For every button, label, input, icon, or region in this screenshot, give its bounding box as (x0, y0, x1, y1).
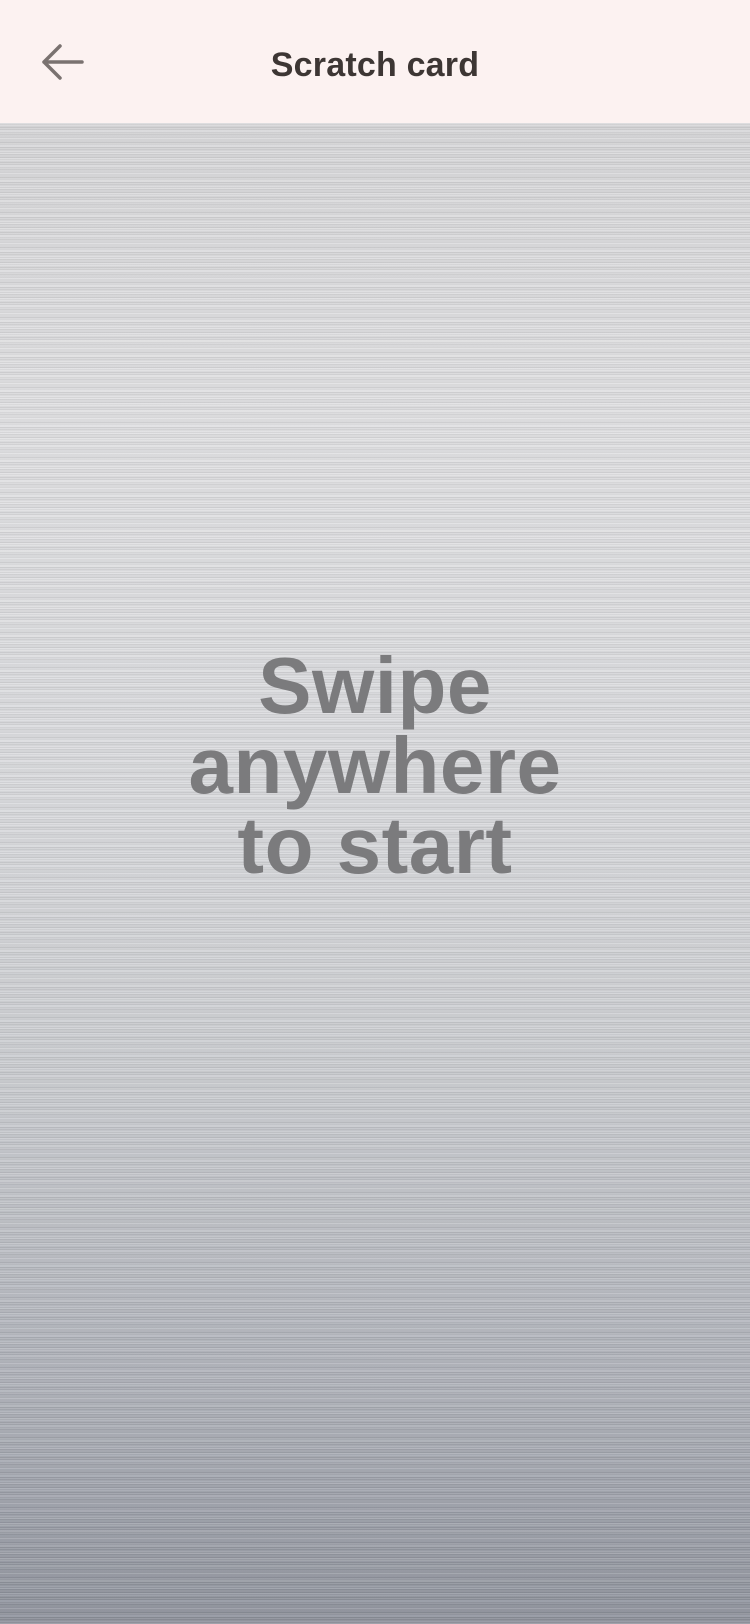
prompt-line: to start (237, 801, 513, 890)
page-title: Scratch card (270, 46, 480, 84)
swipe-prompt: Swipe anywhere to start (0, 646, 750, 886)
scratch-card-screen: Scratch card Swipe anywhere to start (0, 0, 750, 1624)
app-header: Scratch card (0, 0, 750, 123)
prompt-line: anywhere (188, 721, 562, 810)
scratch-surface[interactable]: Swipe anywhere to start (0, 123, 750, 1624)
prompt-line: Swipe (258, 641, 492, 730)
